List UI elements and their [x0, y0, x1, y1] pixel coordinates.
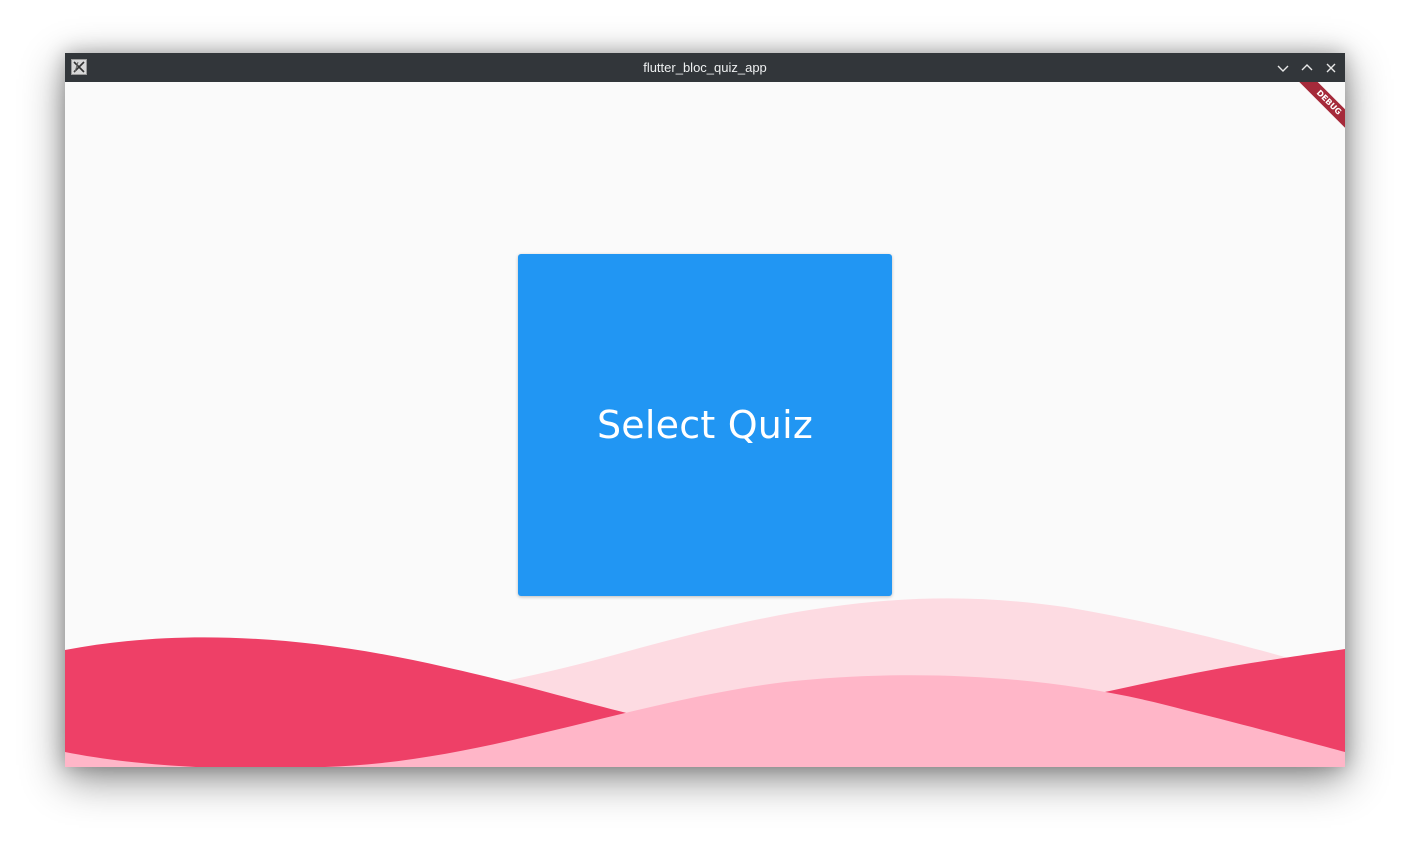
minimize-icon [1277, 65, 1289, 72]
app-content: Select Quiz DEBUG [65, 82, 1345, 767]
minimize-button[interactable] [1274, 59, 1292, 77]
close-icon [1326, 63, 1336, 73]
maximize-button[interactable] [1298, 59, 1316, 77]
select-quiz-button[interactable]: Select Quiz [518, 254, 892, 596]
select-quiz-label: Select Quiz [596, 403, 813, 447]
desktop: flutter_bloc_quiz_app Select Quiz DEBUG [0, 0, 1410, 844]
app-window: flutter_bloc_quiz_app Select Quiz DEBUG [65, 53, 1345, 767]
maximize-icon [1301, 64, 1313, 71]
window-title: flutter_bloc_quiz_app [643, 60, 767, 75]
close-button[interactable] [1322, 59, 1340, 77]
title-bar[interactable]: flutter_bloc_quiz_app [65, 53, 1345, 82]
